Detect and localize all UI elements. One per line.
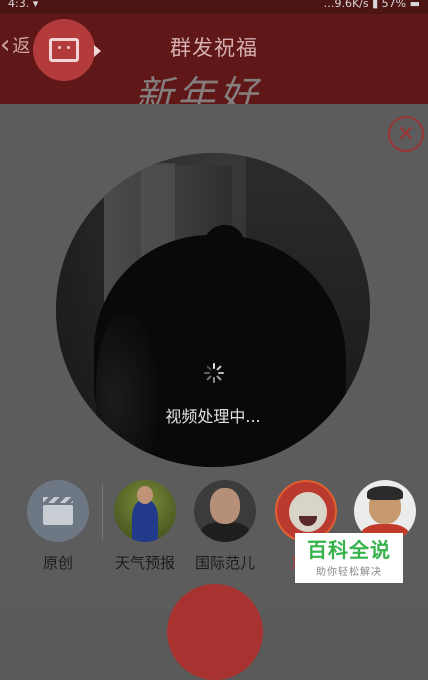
record-button[interactable] (167, 584, 263, 680)
status-indicators: …9.6K/s ▮ 57% ▬ (323, 0, 420, 10)
template-label: 国际范儿 (194, 554, 255, 572)
processing-status: 视频处理中... (165, 407, 261, 426)
loading-spinner-icon (204, 363, 224, 383)
weather-presenter-avatar (114, 480, 176, 542)
video-record-button[interactable] (33, 19, 101, 81)
template-international[interactable]: 国际范儿 (185, 480, 265, 573)
template-original[interactable]: 原创 (18, 480, 98, 573)
clapperboard-icon (27, 480, 89, 542)
template-weather[interactable]: 天气预报 (105, 480, 185, 573)
template-label: 原创 (42, 554, 73, 572)
watermark-title: 百科全说 (307, 538, 391, 562)
man-portrait-avatar (194, 480, 256, 542)
status-bar: 4:3. ▾ …9.6K/s ▮ 57% ▬ (0, 0, 428, 14)
watermark-logo: 百科全说 助你轻松解决 (295, 533, 403, 583)
close-icon: ✕ (396, 121, 416, 147)
status-time: 4:3. ▾ (8, 0, 39, 10)
watermark-subtitle: 助你轻松解决 (316, 567, 382, 578)
video-camera-icon (49, 38, 79, 62)
video-preview: 视频处理中... (56, 153, 370, 467)
new-year-banner: 新年好 (135, 73, 262, 106)
template-label: 天气预报 (114, 554, 175, 572)
close-button[interactable]: ✕ (388, 116, 424, 152)
